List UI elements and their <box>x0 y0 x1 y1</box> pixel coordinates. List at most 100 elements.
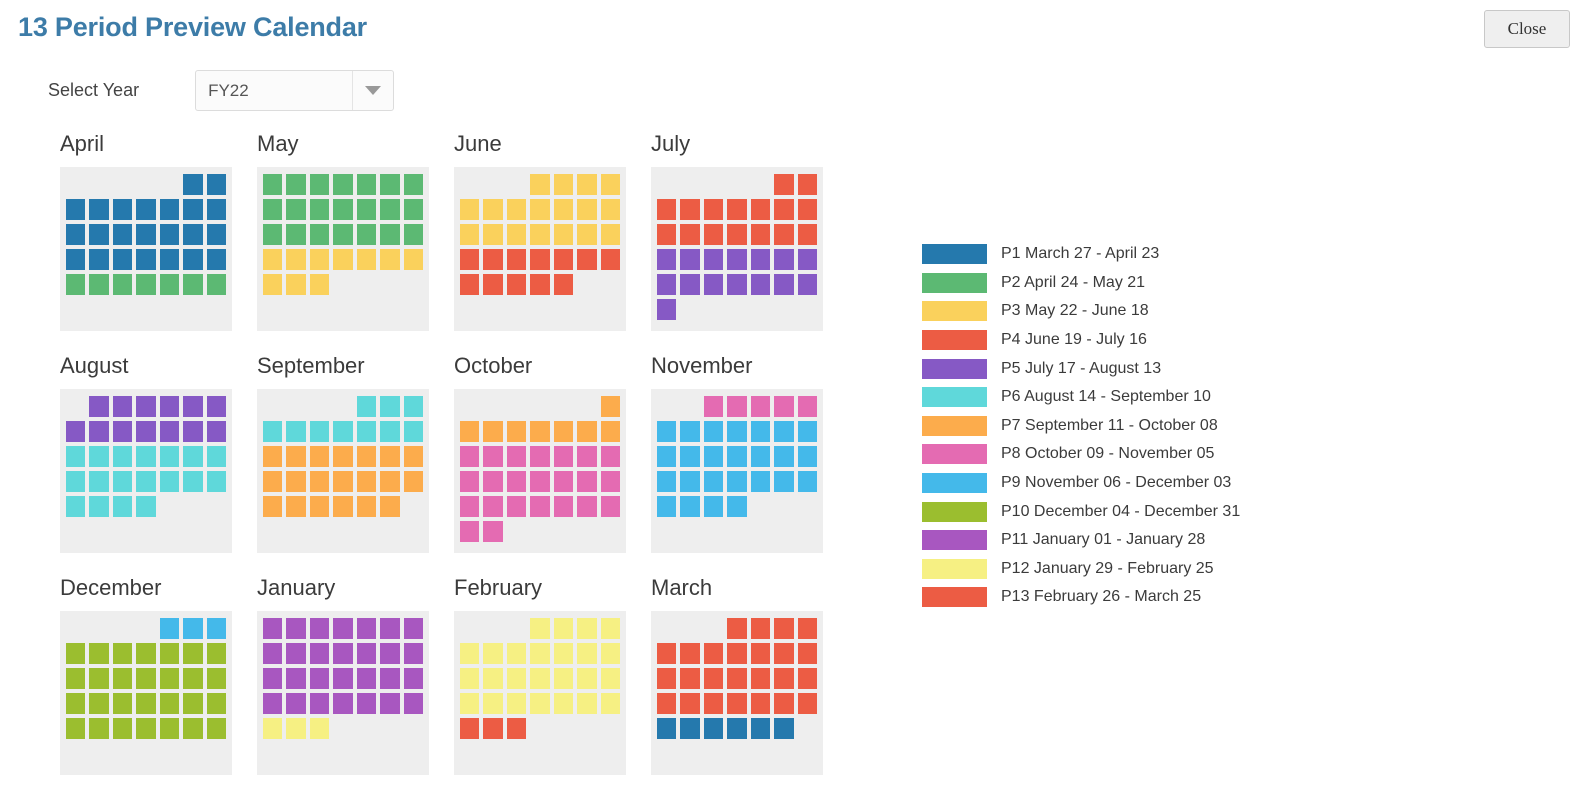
calendar-day-cell-p12[interactable] <box>530 643 550 664</box>
calendar-day-cell-p4[interactable] <box>657 224 677 245</box>
calendar-day-cell-p9[interactable] <box>703 496 724 517</box>
calendar-day-cell-p1[interactable] <box>159 249 180 270</box>
calendar-day-cell-p6[interactable] <box>183 471 203 492</box>
calendar-day-cell-p5[interactable] <box>206 396 226 417</box>
calendar-day-cell-p6[interactable] <box>89 446 109 467</box>
calendar-day-cell-p8[interactable] <box>483 446 503 467</box>
calendar-day-cell-p8[interactable] <box>506 496 527 517</box>
calendar-day-cell-p3[interactable] <box>286 274 306 295</box>
calendar-day-cell-p7[interactable] <box>483 421 503 442</box>
calendar-day-cell-p5[interactable] <box>183 421 203 442</box>
calendar-day-cell-p10[interactable] <box>66 693 86 714</box>
calendar-day-cell-p12[interactable] <box>600 668 620 689</box>
calendar-day-cell-p7[interactable] <box>553 421 574 442</box>
calendar-day-cell-p8[interactable] <box>553 446 574 467</box>
calendar-day-cell-p6[interactable] <box>183 446 203 467</box>
calendar-day-cell-p6[interactable] <box>136 446 156 467</box>
calendar-day-cell-p13[interactable] <box>657 643 677 664</box>
calendar-day-cell-p13[interactable] <box>797 693 817 714</box>
calendar-day-cell-p1[interactable] <box>89 199 109 220</box>
calendar-day-cell-p5[interactable] <box>657 249 677 270</box>
calendar-day-cell-p2[interactable] <box>309 199 330 220</box>
calendar-day-cell-p4[interactable] <box>774 224 794 245</box>
calendar-day-cell-p12[interactable] <box>600 618 620 639</box>
calendar-day-cell-p6[interactable] <box>112 446 133 467</box>
calendar-day-cell-p11[interactable] <box>263 668 283 689</box>
calendar-day-cell-p8[interactable] <box>483 471 503 492</box>
calendar-day-cell-p1[interactable] <box>206 174 226 195</box>
calendar-day-cell-p7[interactable] <box>403 471 423 492</box>
calendar-day-cell-p2[interactable] <box>263 199 283 220</box>
calendar-day-cell-p10[interactable] <box>112 668 133 689</box>
calendar-day-cell-p11[interactable] <box>333 693 353 714</box>
calendar-day-cell-p13[interactable] <box>774 693 794 714</box>
calendar-day-cell-p7[interactable] <box>309 446 330 467</box>
calendar-day-cell-p4[interactable] <box>774 199 794 220</box>
calendar-day-cell-p4[interactable] <box>750 224 771 245</box>
calendar-day-cell-p8[interactable] <box>460 521 480 542</box>
calendar-day-cell-p5[interactable] <box>774 249 794 270</box>
calendar-day-cell-p12[interactable] <box>600 693 620 714</box>
calendar-day-cell-p10[interactable] <box>112 693 133 714</box>
calendar-day-cell-p5[interactable] <box>703 274 724 295</box>
calendar-day-cell-p11[interactable] <box>380 618 400 639</box>
calendar-day-cell-p1[interactable] <box>183 199 203 220</box>
calendar-day-cell-p13[interactable] <box>680 693 700 714</box>
calendar-day-cell-p12[interactable] <box>286 718 306 739</box>
calendar-day-cell-p5[interactable] <box>136 421 156 442</box>
calendar-day-cell-p1[interactable] <box>89 224 109 245</box>
calendar-day-cell-p10[interactable] <box>136 668 156 689</box>
calendar-day-cell-p6[interactable] <box>159 471 180 492</box>
calendar-day-cell-p3[interactable] <box>460 224 480 245</box>
calendar-day-cell-p7[interactable] <box>333 471 353 492</box>
calendar-day-cell-p3[interactable] <box>530 199 550 220</box>
calendar-day-cell-p2[interactable] <box>333 174 353 195</box>
calendar-day-cell-p12[interactable] <box>530 668 550 689</box>
calendar-day-cell-p11[interactable] <box>263 643 283 664</box>
calendar-day-cell-p7[interactable] <box>600 396 620 417</box>
calendar-day-cell-p8[interactable] <box>483 496 503 517</box>
calendar-day-cell-p10[interactable] <box>206 718 226 739</box>
calendar-day-cell-p10[interactable] <box>183 693 203 714</box>
calendar-day-cell-p13[interactable] <box>750 693 771 714</box>
calendar-day-cell-p11[interactable] <box>380 643 400 664</box>
calendar-day-cell-p4[interactable] <box>680 224 700 245</box>
calendar-day-cell-p3[interactable] <box>600 174 620 195</box>
calendar-day-cell-p10[interactable] <box>206 693 226 714</box>
calendar-day-cell-p12[interactable] <box>553 668 574 689</box>
calendar-day-cell-p7[interactable] <box>356 471 377 492</box>
calendar-day-cell-p11[interactable] <box>403 668 423 689</box>
calendar-day-cell-p1[interactable] <box>136 249 156 270</box>
calendar-day-cell-p7[interactable] <box>356 496 377 517</box>
calendar-day-cell-p9[interactable] <box>797 421 817 442</box>
calendar-day-cell-p11[interactable] <box>333 668 353 689</box>
calendar-day-cell-p1[interactable] <box>750 718 771 739</box>
calendar-day-cell-p8[interactable] <box>577 496 597 517</box>
close-button[interactable]: Close <box>1484 10 1570 48</box>
calendar-day-cell-p3[interactable] <box>286 249 306 270</box>
calendar-day-cell-p12[interactable] <box>553 693 574 714</box>
calendar-day-cell-p9[interactable] <box>750 446 771 467</box>
calendar-day-cell-p3[interactable] <box>309 274 330 295</box>
calendar-day-cell-p8[interactable] <box>460 471 480 492</box>
calendar-day-cell-p5[interactable] <box>206 421 226 442</box>
calendar-day-cell-p4[interactable] <box>483 274 503 295</box>
calendar-day-cell-p7[interactable] <box>380 471 400 492</box>
calendar-day-cell-p12[interactable] <box>530 618 550 639</box>
calendar-day-cell-p7[interactable] <box>577 421 597 442</box>
calendar-day-cell-p6[interactable] <box>66 446 86 467</box>
calendar-day-cell-p11[interactable] <box>356 618 377 639</box>
calendar-day-cell-p13[interactable] <box>657 693 677 714</box>
calendar-day-cell-p9[interactable] <box>183 618 203 639</box>
calendar-day-cell-p10[interactable] <box>89 643 109 664</box>
calendar-day-cell-p5[interactable] <box>89 396 109 417</box>
calendar-day-cell-p10[interactable] <box>66 718 86 739</box>
calendar-day-cell-p11[interactable] <box>380 668 400 689</box>
calendar-day-cell-p3[interactable] <box>577 199 597 220</box>
calendar-day-cell-p8[interactable] <box>577 471 597 492</box>
calendar-day-cell-p2[interactable] <box>380 224 400 245</box>
calendar-day-cell-p1[interactable] <box>206 249 226 270</box>
calendar-day-cell-p8[interactable] <box>577 446 597 467</box>
calendar-day-cell-p13[interactable] <box>657 668 677 689</box>
calendar-day-cell-p7[interactable] <box>333 446 353 467</box>
